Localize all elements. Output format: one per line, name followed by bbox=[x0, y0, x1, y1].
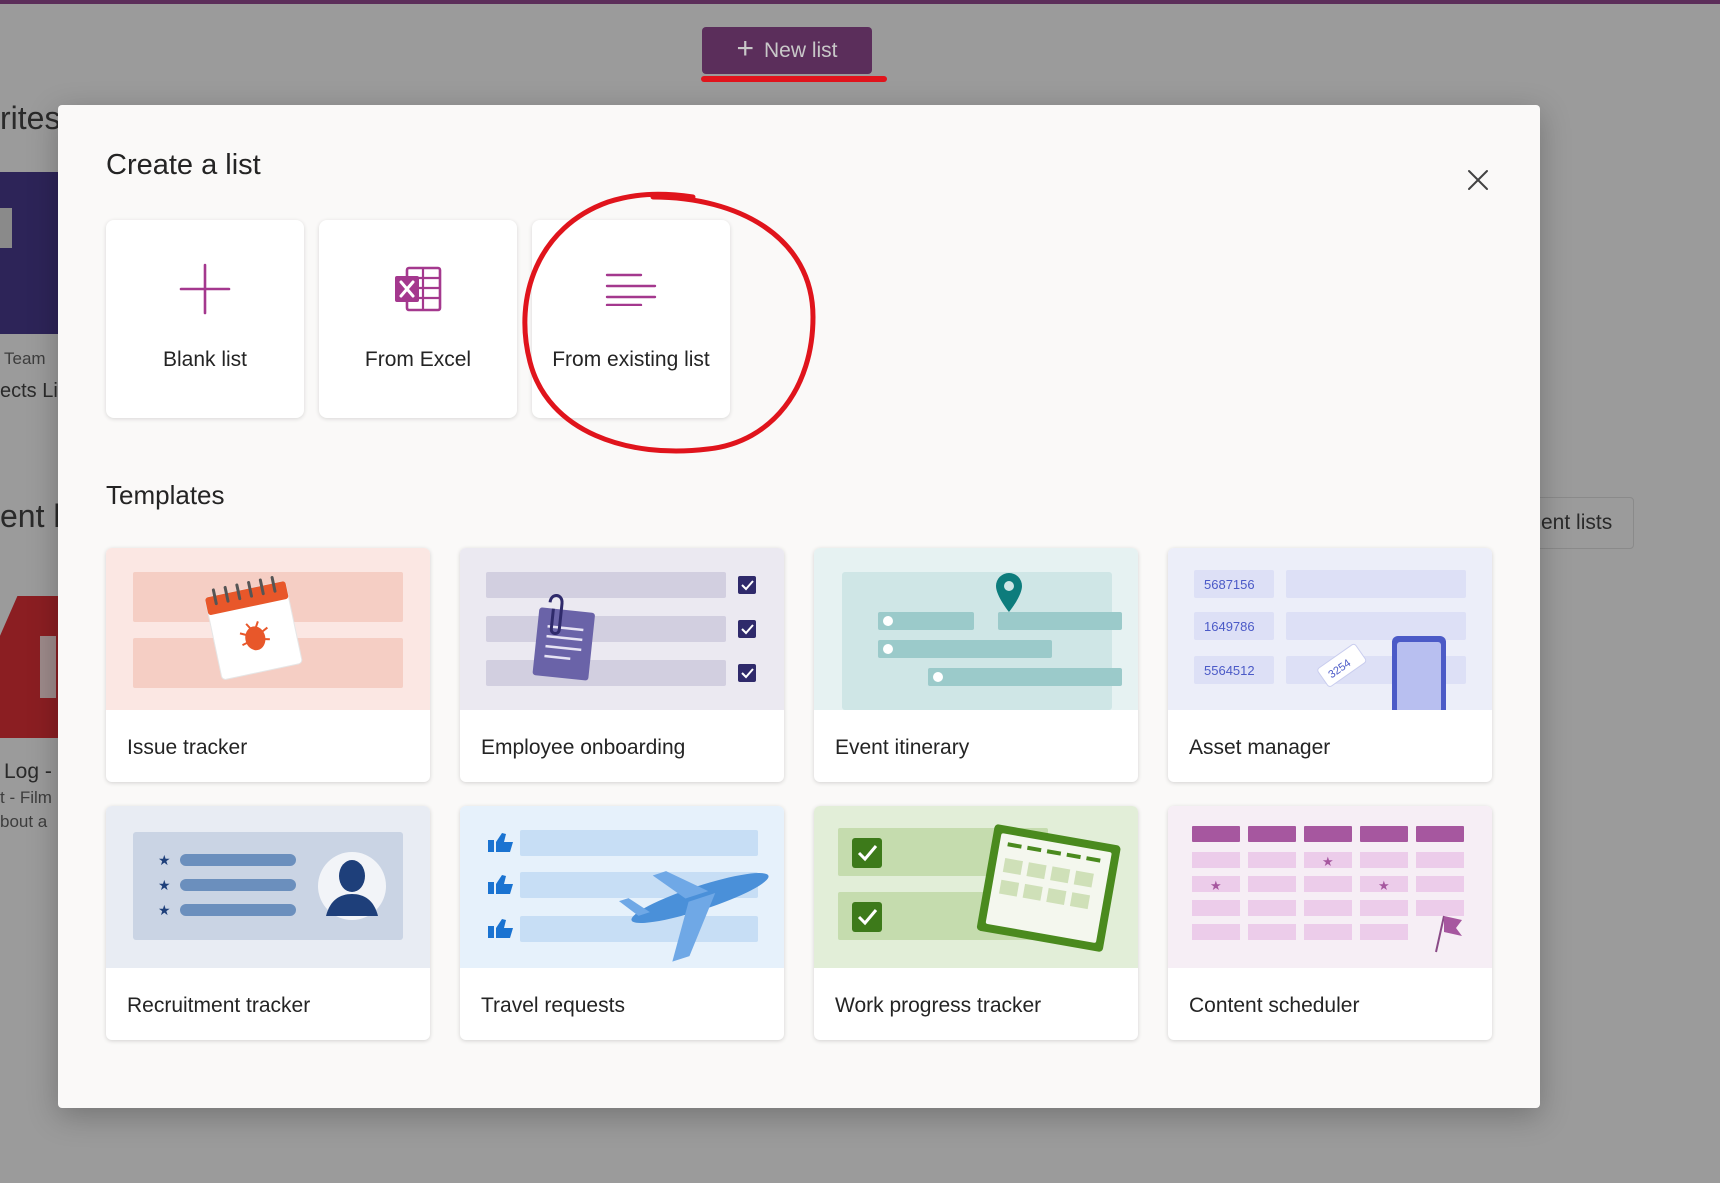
new-list-label: New list bbox=[764, 38, 838, 62]
issue-tracker-illustration bbox=[106, 548, 430, 710]
asset-number: 1649786 bbox=[1204, 619, 1255, 634]
template-label: Issue tracker bbox=[127, 736, 248, 759]
favorite-list-card[interactable] bbox=[0, 172, 58, 334]
template-label: Asset manager bbox=[1189, 736, 1331, 759]
close-icon bbox=[1468, 170, 1488, 190]
blank-list-option[interactable]: Blank list bbox=[106, 220, 304, 418]
asset-number: 5564512 bbox=[1204, 663, 1255, 678]
template-label: Content scheduler bbox=[1189, 994, 1360, 1017]
recent-list-title[interactable]: Log - bbox=[4, 760, 52, 784]
template-label: Event itinerary bbox=[835, 736, 970, 759]
option-label: From Excel bbox=[364, 348, 472, 371]
svg-text:★: ★ bbox=[1210, 879, 1222, 894]
asset-number: 5687156 bbox=[1204, 577, 1255, 592]
favorites-heading: rites bbox=[0, 100, 61, 136]
close-button[interactable] bbox=[1463, 165, 1493, 195]
recent-list-description: bout a bbox=[0, 812, 48, 831]
option-label: Blank list bbox=[162, 348, 248, 371]
template-content-scheduler[interactable]: ★ ★ ★ Content scheduler bbox=[1168, 806, 1492, 1040]
option-label: From existing list bbox=[552, 348, 710, 371]
svg-text:★: ★ bbox=[158, 853, 171, 869]
favorite-team-label: Team bbox=[4, 349, 46, 368]
svg-text:★: ★ bbox=[158, 903, 171, 919]
template-travel-requests[interactable]: Travel requests bbox=[460, 806, 784, 1040]
event-itinerary-illustration bbox=[814, 548, 1138, 710]
new-list-button[interactable]: + New list bbox=[702, 27, 872, 74]
from-excel-option[interactable]: From Excel bbox=[319, 220, 517, 418]
recruitment-tracker-illustration: ★ ★ ★ bbox=[106, 806, 430, 968]
from-existing-list-option[interactable]: From existing list bbox=[532, 220, 730, 418]
list-lines-icon bbox=[605, 273, 657, 306]
svg-text:★: ★ bbox=[1322, 855, 1334, 870]
employee-onboarding-illustration bbox=[460, 548, 784, 710]
plus-icon: + bbox=[736, 32, 754, 65]
dialog-title: Create a list bbox=[106, 149, 261, 181]
asset-manager-illustration: 5687156 1649786 5564512 3254 bbox=[1168, 548, 1492, 710]
template-asset-manager[interactable]: 5687156 1649786 5564512 3254 Asset manag… bbox=[1168, 548, 1492, 782]
templates-heading: Templates bbox=[106, 480, 225, 510]
template-employee-onboarding[interactable]: Employee onboarding bbox=[460, 548, 784, 782]
template-recruitment-tracker[interactable]: ★ ★ ★ Recruitment tracker bbox=[106, 806, 430, 1040]
template-issue-tracker[interactable]: Issue tracker bbox=[106, 548, 430, 782]
travel-requests-illustration bbox=[460, 806, 784, 968]
work-progress-tracker-illustration bbox=[814, 806, 1138, 968]
create-list-dialog: Create a list Blank list From Excel From… bbox=[58, 105, 1540, 1108]
top-accent-bar bbox=[0, 0, 1720, 4]
template-label: Recruitment tracker bbox=[127, 994, 311, 1017]
svg-text:★: ★ bbox=[1378, 879, 1390, 894]
template-label: Employee onboarding bbox=[481, 736, 686, 759]
template-label: Travel requests bbox=[481, 994, 625, 1017]
excel-icon bbox=[395, 266, 442, 312]
annotation-underline bbox=[701, 76, 887, 82]
template-event-itinerary[interactable]: Event itinerary bbox=[814, 548, 1138, 782]
svg-text:★: ★ bbox=[158, 878, 171, 894]
template-label: Work progress tracker bbox=[835, 994, 1042, 1017]
template-work-progress-tracker[interactable]: Work progress tracker bbox=[814, 806, 1138, 1040]
recent-list-subtitle: t - Film bbox=[0, 788, 52, 807]
plus-icon bbox=[179, 263, 231, 315]
recent-list-card[interactable] bbox=[0, 596, 58, 738]
content-scheduler-illustration: ★ ★ ★ bbox=[1168, 806, 1492, 968]
